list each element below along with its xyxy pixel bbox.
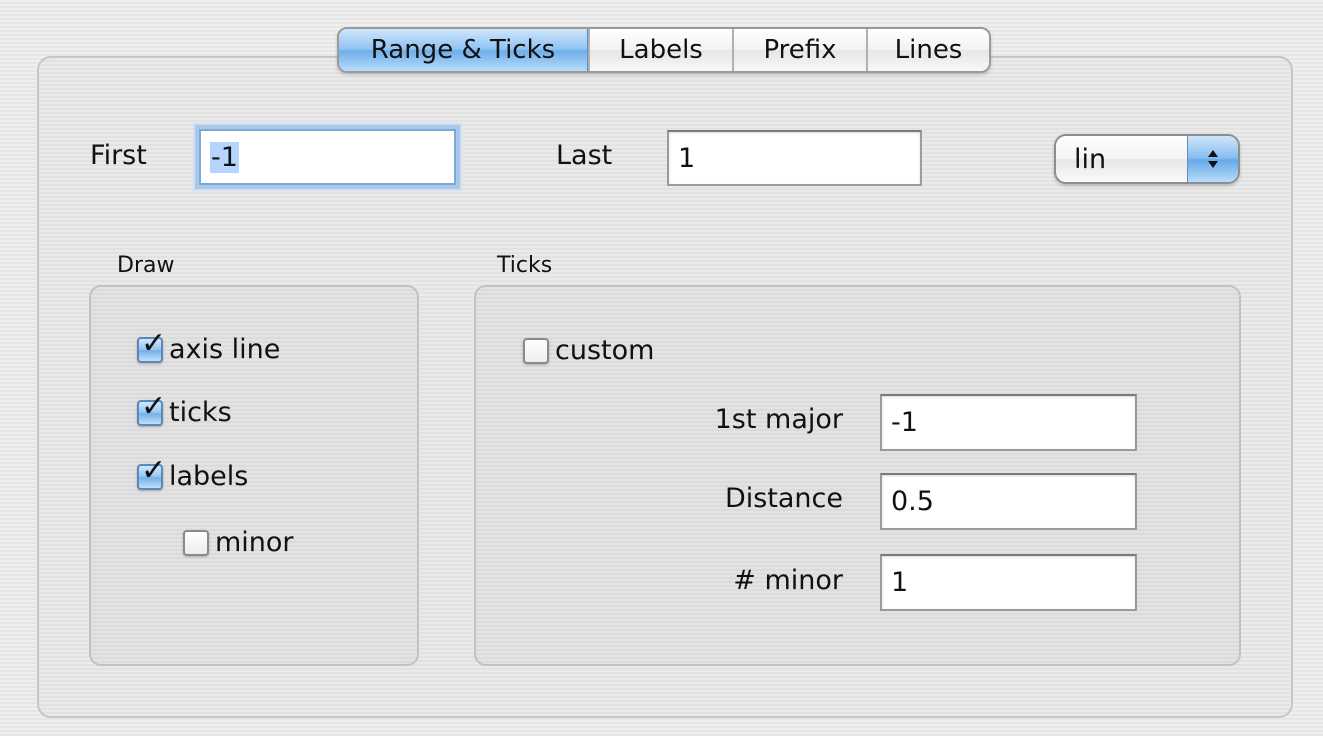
- first-major-input[interactable]: -1: [880, 394, 1137, 451]
- checkbox-checked-icon: ✓: [137, 391, 166, 426]
- tab-lines[interactable]: Lines: [866, 29, 989, 71]
- minor-label: minor: [215, 527, 294, 558]
- ticks-label: ticks: [169, 397, 232, 428]
- first-major-input-value: -1: [891, 407, 918, 438]
- custom-label: custom: [555, 335, 655, 366]
- tab-bar: Range & Ticks Labels Prefix Lines: [337, 27, 991, 73]
- labels-label: labels: [169, 461, 249, 492]
- checkbox-unchecked-icon: [183, 529, 209, 556]
- last-input-value: 1: [678, 142, 696, 174]
- num-minor-label: # minor: [733, 565, 843, 596]
- tab-range-ticks[interactable]: Range & Ticks: [339, 29, 588, 71]
- tab-prefix[interactable]: Prefix: [732, 29, 866, 71]
- minor-checkbox[interactable]: minor: [183, 527, 294, 558]
- axis-line-label: axis line: [169, 334, 281, 365]
- first-input[interactable]: -1: [199, 129, 456, 185]
- custom-checkbox[interactable]: custom: [523, 335, 654, 366]
- distance-input-value: 0.5: [891, 486, 934, 517]
- labels-checkbox[interactable]: ✓ labels: [137, 455, 249, 492]
- last-label: Last: [556, 140, 613, 171]
- num-minor-input[interactable]: 1: [880, 554, 1137, 611]
- distance-input[interactable]: 0.5: [880, 473, 1137, 530]
- ticks-group-title: Ticks: [497, 253, 553, 278]
- ticks-checkbox[interactable]: ✓ ticks: [137, 391, 232, 428]
- first-input-value: -1: [210, 141, 239, 173]
- axis-line-checkbox[interactable]: ✓ axis line: [137, 328, 281, 365]
- first-major-label: 1st major: [714, 404, 843, 435]
- scale-popup-button[interactable]: lin: [1054, 134, 1240, 184]
- distance-label: Distance: [724, 483, 843, 514]
- checkbox-unchecked-icon: [523, 337, 549, 364]
- num-minor-input-value: 1: [891, 567, 909, 598]
- checkbox-checked-icon: ✓: [137, 328, 166, 363]
- last-input[interactable]: 1: [667, 130, 922, 186]
- checkbox-checked-icon: ✓: [137, 455, 166, 490]
- popup-arrows-icon: [1187, 136, 1238, 182]
- tab-labels[interactable]: Labels: [588, 29, 732, 71]
- first-label: First: [90, 140, 147, 171]
- draw-group-title: Draw: [117, 253, 175, 278]
- scale-popup-value: lin: [1074, 143, 1107, 175]
